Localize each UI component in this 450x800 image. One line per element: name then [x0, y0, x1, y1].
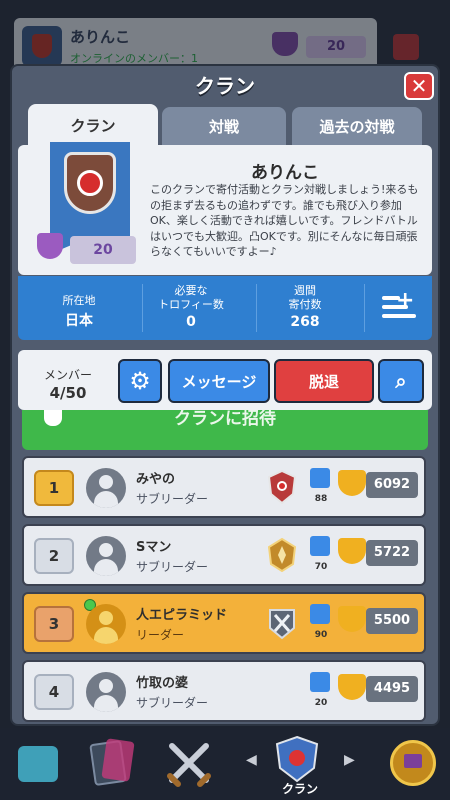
nav-left-arrow[interactable]: ◀ [246, 752, 257, 768]
member-donations: 90 [314, 630, 328, 640]
battle-icon[interactable] [164, 738, 214, 788]
member-rank: 1 [34, 470, 74, 506]
league-badge-icon [269, 609, 295, 640]
avatar [86, 468, 126, 508]
clan-trophy-count: 20 [70, 236, 136, 264]
shop-icon[interactable] [14, 738, 64, 788]
stat-location: 所在地 日本 [24, 288, 134, 330]
league-badge-icon [268, 538, 296, 572]
stat-weekly-donations: 週間 寄付数 268 [250, 284, 360, 330]
trophy-icon [338, 674, 366, 700]
member-row[interactable]: 1 みやの サブリーダー 88 6092 [22, 456, 426, 518]
search-button[interactable]: ⌕ [378, 359, 424, 403]
close-button[interactable]: ✕ [404, 72, 434, 100]
member-role: リーダー [136, 628, 185, 642]
clan-stats-bar: 所在地 日本 必要な トロフィー数 0 週間 寄付数 268 + [18, 276, 432, 340]
clan-shield-icon [275, 735, 319, 783]
trophy-icon [338, 606, 366, 632]
cards-icon[interactable] [86, 738, 136, 788]
member-role: サブリーダー [136, 696, 209, 710]
avatar [86, 604, 126, 644]
member-donations: 88 [314, 494, 328, 504]
invite-icon [44, 410, 62, 426]
stat-weekly-label-2: 寄付数 [288, 298, 322, 311]
clan-description: このクランで寄付活動とクラン対戦しましょう!来るもの拒まず去るもの追わずです。誰… [150, 183, 419, 258]
stat-weekly-value: 268 [290, 314, 320, 330]
plus-icon: + [396, 288, 415, 313]
clan-name: ありんこ [251, 163, 319, 183]
member-rank: 2 [34, 538, 74, 574]
league-badge-icon [268, 470, 296, 504]
tournament-icon[interactable] [388, 738, 438, 788]
nav-clan-label: クラン [281, 782, 318, 796]
member-row-self[interactable]: 3 人エピラミッド リーダー 90 5500 [22, 592, 426, 654]
settings-button[interactable]: ⚙ [118, 359, 162, 403]
member-label: メンバー [43, 368, 92, 382]
close-x-icon: ✕ [410, 74, 428, 98]
clan-badge-icon [64, 152, 116, 214]
tab-war-history[interactable]: 過去の対戦 [292, 107, 422, 145]
trophy-icon [338, 470, 366, 496]
avatar [86, 536, 126, 576]
member-rank: 4 [34, 674, 74, 710]
avatar [86, 672, 126, 712]
tab-war[interactable]: 対戦 [162, 107, 286, 145]
stat-location-label: 所在地 [62, 294, 96, 307]
member-rank: 3 [34, 606, 74, 642]
member-count: 4/50 [49, 384, 87, 402]
card-donation-icon [310, 604, 330, 624]
member-trophies: 5722 [366, 540, 418, 566]
search-icon: ⌕ [395, 369, 407, 393]
member-trophies: 6092 [366, 472, 418, 498]
invite-button[interactable]: クランに招待 [22, 409, 428, 450]
nav-right-arrow[interactable]: ▶ [344, 752, 355, 768]
modal-title: クラン [195, 74, 255, 98]
member-trophies: 5500 [366, 608, 418, 634]
member-role: サブリーダー [136, 492, 209, 506]
member-trophies: 4495 [366, 676, 418, 702]
member-role: サブリーダー [136, 560, 209, 574]
divider [364, 284, 365, 332]
stat-required-trophies: 必要な トロフィー数 0 [136, 284, 246, 330]
member-row[interactable]: 2 Sマン サブリーダー 70 5722 [22, 524, 426, 586]
trophy-icon [37, 233, 63, 259]
tab-clan[interactable]: クラン [28, 104, 158, 146]
member-name: みやの [136, 472, 176, 487]
stat-required-label-2: トロフィー数 [158, 298, 224, 311]
stat-weekly-label-1: 週間 [294, 284, 316, 297]
trophy-icon [338, 538, 366, 564]
clan-nav-icon[interactable] [272, 734, 322, 784]
member-donations: 70 [314, 562, 328, 572]
card-donation-icon [310, 672, 330, 692]
message-button[interactable]: メッセージ [168, 359, 270, 403]
gear-icon: ⚙ [129, 367, 151, 395]
crossed-swords-icon [167, 743, 211, 787]
card-donation-icon [310, 536, 330, 556]
leave-button[interactable]: 脱退 [274, 359, 374, 403]
member-row[interactable]: 4 竹取の婆 サブリーダー 20 4495 [22, 660, 426, 722]
stat-required-label-1: 必要な [174, 284, 208, 297]
member-name: Sマン [136, 540, 172, 555]
member-name: 人エピラミッド [136, 608, 228, 623]
member-donations: 20 [314, 698, 328, 708]
stat-required-value: 0 [186, 314, 196, 330]
member-name: 竹取の婆 [136, 676, 189, 691]
invite-label: クランに招待 [174, 409, 276, 429]
bottom-nav [0, 728, 450, 800]
stat-location-value: 日本 [65, 313, 93, 329]
card-donation-icon [310, 468, 330, 488]
